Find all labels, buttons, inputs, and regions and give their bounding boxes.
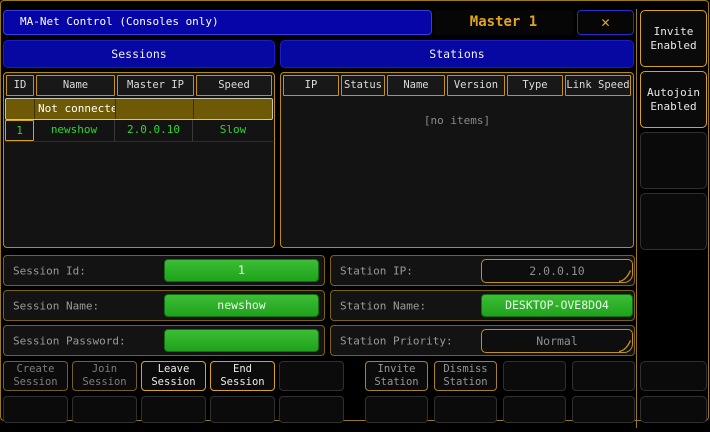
empty-button [640, 396, 707, 423]
empty-button [72, 396, 137, 423]
empty-button [210, 396, 275, 423]
stations-section-title: Stations [280, 40, 634, 68]
manet-control-screen: MA-Net Control (Consoles only) Master 1 … [0, 0, 710, 432]
sessions-table-header: ID Name Master IP Speed [4, 73, 274, 96]
column-header-type[interactable]: Type [507, 75, 563, 96]
column-header-ip[interactable]: IP [283, 75, 339, 96]
dismiss-station-button[interactable]: Dismiss Station [434, 361, 497, 391]
cell-id [6, 99, 35, 119]
session-name-field[interactable]: newshow [164, 294, 319, 317]
empty-button [640, 361, 707, 391]
session-id-field[interactable]: 1 [164, 259, 319, 282]
column-header-speed[interactable]: Speed [196, 75, 272, 96]
sessions-table: ID Name Master IP Speed Not connecte 1 n… [3, 72, 275, 248]
station-priority-dropdown[interactable]: Normal [481, 329, 633, 353]
stations-table-header: IP Status Name Version Type Link Speed [281, 73, 633, 96]
cell-speed [194, 99, 272, 119]
empty-button [434, 396, 497, 423]
station-ip-label: Station IP: [340, 264, 413, 277]
cell-name: newshow [34, 120, 115, 141]
station-priority-row: Station Priority: Normal [330, 325, 635, 356]
dropdown-curl-icon [618, 340, 632, 353]
station-ip-row: Station IP: 2.0.0.10 [330, 255, 635, 286]
session-master-badge[interactable]: Master 1 [434, 10, 573, 35]
cell-master-ip [116, 99, 194, 119]
cell-master-ip: 2.0.0.10 [115, 120, 193, 141]
empty-button [503, 361, 566, 391]
join-session-button[interactable]: Join Session [72, 361, 137, 391]
stations-empty-placeholder: [no items] [423, 114, 491, 127]
empty-button [365, 396, 428, 423]
column-header-link-speed[interactable]: Link Speed [565, 75, 631, 96]
end-session-button[interactable]: End Session [210, 361, 275, 391]
empty-button [572, 396, 635, 423]
leave-session-button[interactable]: Leave Session [141, 361, 206, 391]
column-header-master-ip[interactable]: Master IP [117, 75, 194, 96]
station-name-label: Station Name: [340, 299, 427, 312]
cell-speed: Slow [219, 123, 247, 136]
session-name-row: Session Name: newshow [3, 290, 325, 321]
column-header-version[interactable]: Version [447, 75, 505, 96]
station-name-row: Station Name: DESKTOP-OVE8DO4 [330, 290, 635, 321]
window-title[interactable]: MA-Net Control (Consoles only) [3, 10, 432, 35]
session-id-row: Session Id: 1 [3, 255, 325, 286]
stations-table: IP Status Name Version Type Link Speed [… [280, 72, 634, 248]
station-priority-label: Station Priority: [340, 334, 453, 347]
station-ip-value: 2.0.0.10 [529, 264, 585, 278]
cell-id-focused[interactable]: 1 [5, 120, 34, 141]
session-name-label: Session Name: [13, 299, 100, 312]
session-password-row: Session Password: [3, 325, 325, 356]
empty-button [640, 193, 707, 250]
session-password-field[interactable] [164, 329, 319, 352]
empty-button [279, 396, 344, 423]
create-session-button[interactable]: Create Session [3, 361, 68, 391]
station-priority-value: Normal [536, 334, 578, 348]
invite-enabled-toggle[interactable]: Invite Enabled [640, 10, 707, 67]
empty-button [503, 396, 566, 423]
autojoin-enabled-toggle[interactable]: Autojoin Enabled [640, 71, 707, 128]
column-header-id[interactable]: ID [6, 75, 34, 96]
cell-name: Not connecte [35, 99, 116, 119]
empty-button [3, 396, 68, 423]
column-header-status[interactable]: Status [341, 75, 385, 96]
session-id-label: Session Id: [13, 264, 86, 277]
session-password-label: Session Password: [13, 334, 126, 347]
session-row[interactable]: 1 newshow 2.0.0.10 Slow [5, 120, 273, 142]
empty-button [141, 396, 206, 423]
dropdown-curl-icon [618, 270, 632, 283]
station-name-field[interactable]: DESKTOP-OVE8DO4 [481, 294, 633, 317]
close-icon[interactable]: ✕ [577, 10, 634, 35]
empty-button [279, 361, 344, 391]
station-ip-dropdown[interactable]: 2.0.0.10 [481, 259, 633, 283]
sidebar-divider [636, 9, 637, 428]
sessions-section-title: Sessions [3, 40, 275, 68]
column-header-name[interactable]: Name [387, 75, 445, 96]
column-header-name[interactable]: Name [36, 75, 115, 96]
session-row-selected[interactable]: Not connecte [5, 98, 273, 120]
invite-station-button[interactable]: Invite Station [365, 361, 428, 391]
empty-button [640, 132, 707, 189]
empty-button [572, 361, 635, 391]
